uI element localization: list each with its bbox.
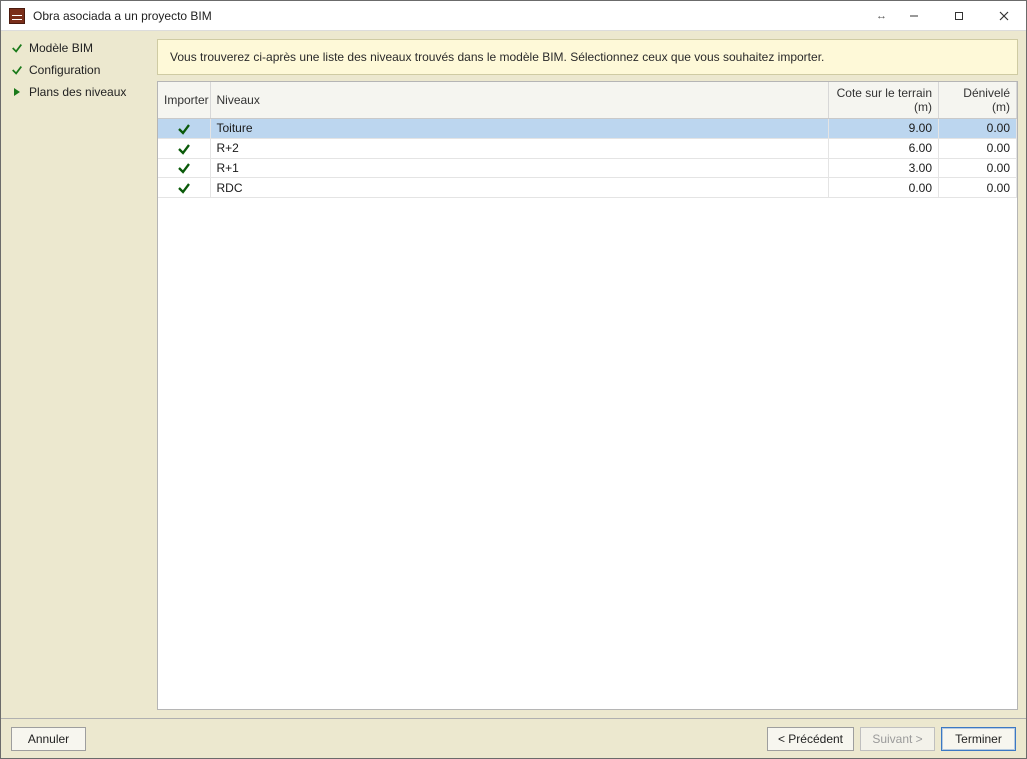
- check-icon: [177, 161, 191, 175]
- niveau-cell: R+1: [210, 158, 829, 178]
- titlebar: Obra asociada a un proyecto BIM ↔: [1, 1, 1026, 31]
- denivele-cell: 0.00: [939, 119, 1017, 139]
- import-cell[interactable]: [158, 138, 210, 158]
- denivele-cell: 0.00: [939, 178, 1017, 198]
- table-row[interactable]: R+26.000.00: [158, 138, 1017, 158]
- denivele-cell: 0.00: [939, 158, 1017, 178]
- niveau-cell: R+2: [210, 138, 829, 158]
- maximize-icon: [954, 11, 964, 21]
- col-header-denivele[interactable]: Dénivelé (m): [939, 82, 1017, 119]
- minimize-icon: [909, 11, 919, 21]
- import-cell[interactable]: [158, 119, 210, 139]
- window-controls: [891, 1, 1026, 30]
- next-button: Suivant >: [860, 727, 935, 751]
- col-header-niveau[interactable]: Niveaux: [210, 82, 829, 119]
- niveau-cell: RDC: [210, 178, 829, 198]
- wizard-step[interactable]: Modèle BIM: [1, 37, 153, 59]
- table-row[interactable]: RDC0.000.00: [158, 178, 1017, 198]
- cote-cell: 9.00: [829, 119, 939, 139]
- info-banner: Vous trouverez ci-après une liste des ni…: [157, 39, 1018, 75]
- cote-cell: 6.00: [829, 138, 939, 158]
- wizard-step[interactable]: Plans des niveaux: [1, 81, 153, 103]
- minimize-button[interactable]: [891, 1, 936, 30]
- table-row[interactable]: Toiture9.000.00: [158, 119, 1017, 139]
- main-panel: Vous trouverez ci-après une liste des ni…: [153, 31, 1026, 718]
- denivele-cell: 0.00: [939, 138, 1017, 158]
- close-icon: [999, 11, 1009, 21]
- wizard-step[interactable]: Configuration: [1, 59, 153, 81]
- check-icon: [11, 64, 23, 76]
- wizard-step-label: Modèle BIM: [29, 41, 93, 55]
- levels-grid: Importer Niveaux Cote sur le terrain (m)…: [157, 81, 1018, 710]
- body-area: Modèle BIM Configuration Plans des niveaux…: [1, 31, 1026, 718]
- finish-button[interactable]: Terminer: [941, 727, 1016, 751]
- import-cell[interactable]: [158, 158, 210, 178]
- cancel-button[interactable]: Annuler: [11, 727, 86, 751]
- grid-header-row: Importer Niveaux Cote sur le terrain (m)…: [158, 82, 1017, 119]
- previous-button[interactable]: < Précédent: [767, 727, 854, 751]
- wizard-footer: Annuler < Précédent Suivant > Terminer: [1, 718, 1026, 758]
- app-icon: [9, 8, 25, 24]
- col-header-cote[interactable]: Cote sur le terrain (m): [829, 82, 939, 119]
- wizard-window: Obra asociada a un proyecto BIM ↔ Modèle…: [0, 0, 1027, 759]
- table-row[interactable]: R+13.000.00: [158, 158, 1017, 178]
- col-header-import[interactable]: Importer: [158, 82, 210, 119]
- close-button[interactable]: [981, 1, 1026, 30]
- resize-indicator-icon: ↔: [876, 10, 885, 22]
- arrow-right-icon: [11, 86, 23, 98]
- wizard-steps-sidebar: Modèle BIM Configuration Plans des niveaux: [1, 31, 153, 718]
- maximize-button[interactable]: [936, 1, 981, 30]
- check-icon: [177, 180, 191, 194]
- info-banner-text: Vous trouverez ci-après une liste des ni…: [170, 50, 824, 64]
- window-title: Obra asociada a un proyecto BIM: [31, 9, 876, 23]
- check-icon: [11, 42, 23, 54]
- wizard-step-label: Configuration: [29, 63, 100, 77]
- cote-cell: 3.00: [829, 158, 939, 178]
- niveau-cell: Toiture: [210, 119, 829, 139]
- cote-cell: 0.00: [829, 178, 939, 198]
- check-icon: [177, 121, 191, 135]
- check-icon: [177, 141, 191, 155]
- wizard-step-label: Plans des niveaux: [29, 85, 126, 99]
- import-cell[interactable]: [158, 178, 210, 198]
